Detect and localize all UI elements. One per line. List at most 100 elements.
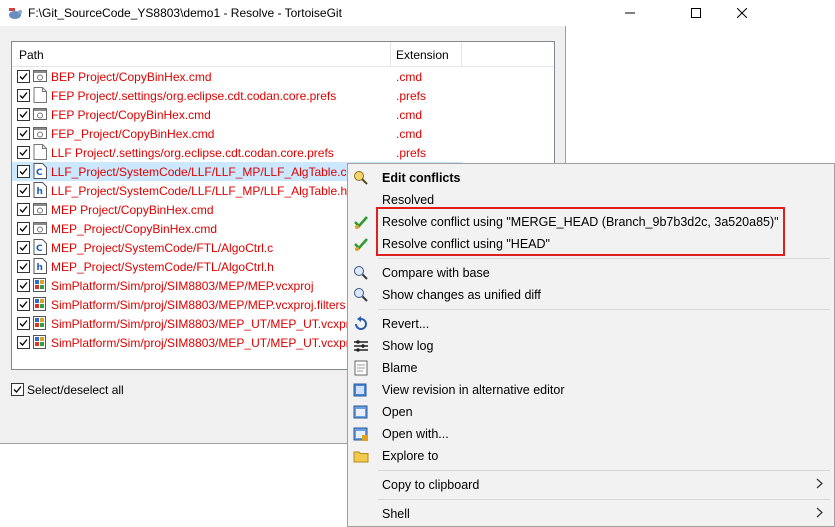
file-path: SimPlatform/Sim/proj/SIM8803/MEP/MEP.vcx… — [51, 298, 346, 312]
menu-item-blame[interactable]: Blame — [348, 357, 834, 379]
file-checkbox[interactable] — [17, 89, 30, 102]
file-row[interactable]: FEP Project/.settings/org.eclipse.cdt.co… — [12, 86, 554, 105]
file-checkbox[interactable] — [17, 222, 30, 235]
menu-item-label: Open — [382, 405, 413, 419]
edit-conflicts-icon — [353, 170, 369, 186]
file-extension: .prefs — [396, 89, 427, 103]
green-check-icon — [353, 236, 369, 252]
cmd-icon — [33, 125, 47, 141]
svg-text:C: C — [36, 244, 43, 254]
file-checkbox[interactable] — [17, 184, 30, 197]
menu-item-label: Open with... — [382, 427, 449, 441]
file-checkbox[interactable] — [17, 70, 30, 83]
submenu-arrow-icon — [816, 507, 823, 521]
file-checkbox[interactable] — [17, 317, 30, 330]
file-checkbox[interactable] — [17, 279, 30, 292]
file-path: SimPlatform/Sim/proj/SIM8803/MEP_UT/MEP_… — [51, 336, 357, 350]
file-path: MEP_Project/SystemCode/FTL/AlgoCtrl.h — [51, 260, 274, 274]
menu-item-label: Revert... — [382, 317, 430, 331]
file-row[interactable]: LLF Project/.settings/org.eclipse.cdt.co… — [12, 143, 554, 162]
file-row[interactable]: FEP_Project/CopyBinHex.cmd .cmd — [12, 124, 554, 143]
cmd-icon — [33, 220, 47, 236]
cmd-icon — [33, 106, 47, 122]
menu-item-label: Show log — [382, 339, 434, 353]
menu-separator — [378, 499, 830, 500]
menu-item-open[interactable]: Open — [348, 401, 834, 423]
file-path: SimPlatform/Sim/proj/SIM8803/MEP_UT/MEP_… — [51, 317, 357, 331]
submenu-arrow-icon — [816, 478, 823, 492]
file-row[interactable]: BEP Project/CopyBinHex.cmd .cmd — [12, 67, 554, 86]
checkbox[interactable] — [11, 383, 24, 396]
menu-item-label: Edit conflicts — [382, 171, 461, 185]
file-path: MEP_Project/CopyBinHex.cmd — [51, 222, 218, 236]
title-bar[interactable]: F:\Git_SourceCode_YS8803\demo1 - Resolve… — [0, 0, 835, 26]
magnifier-icon — [353, 287, 369, 303]
h-header-icon: h — [33, 258, 47, 274]
file-checkbox[interactable] — [17, 146, 30, 159]
menu-item-copy-to-clipboard[interactable]: Copy to clipboard — [348, 474, 834, 496]
menu-item-label: View revision in alternative editor — [382, 383, 565, 397]
file-path: MEP_Project/SystemCode/FTL/AlgoCtrl.c — [51, 241, 274, 255]
menu-separator — [378, 470, 830, 471]
file-extension: .prefs — [396, 146, 427, 160]
menu-item-label: Copy to clipboard — [382, 478, 480, 492]
close-button[interactable] — [719, 0, 765, 26]
vcxproj-icon — [33, 277, 47, 293]
menu-item-label: Blame — [382, 361, 418, 375]
file-checkbox[interactable] — [17, 336, 30, 349]
window-title: F:\Git_SourceCode_YS8803\demo1 - Resolve… — [28, 6, 342, 20]
file-path: LLF Project/.settings/org.eclipse.cdt.co… — [51, 146, 334, 160]
file-path: LLF_Project/SystemCode/LLF/LLF_MP/LLF_Al… — [51, 184, 348, 198]
maximize-button[interactable] — [673, 0, 719, 26]
h-header-icon: h — [33, 182, 47, 198]
highlight-box — [376, 207, 785, 256]
file-checkbox[interactable] — [17, 165, 30, 178]
list-header: Path Extension — [12, 42, 554, 67]
c-source-icon: C — [33, 163, 47, 179]
folder-icon — [353, 448, 369, 464]
file-path: BEP Project/CopyBinHex.cmd — [51, 70, 212, 84]
file-checkbox[interactable] — [17, 127, 30, 140]
file-extension: .cmd — [396, 127, 423, 141]
select-all-label: Select/deselect all — [27, 383, 124, 397]
file-checkbox[interactable] — [17, 260, 30, 273]
file-icon — [33, 87, 47, 103]
menu-item-revert[interactable]: Revert... — [348, 313, 834, 335]
menu-item-edit-conflicts[interactable]: Edit conflicts — [348, 167, 834, 189]
editor-icon — [353, 382, 369, 398]
menu-item-explore-to[interactable]: Explore to — [348, 445, 834, 467]
menu-item-compare-with-base[interactable]: Compare with base — [348, 262, 834, 284]
file-path: FEP Project/.settings/org.eclipse.cdt.co… — [51, 89, 337, 103]
vcxproj-icon — [33, 334, 47, 350]
cmd-icon — [33, 68, 47, 84]
file-icon — [33, 144, 47, 160]
menu-separator — [378, 309, 830, 310]
file-checkbox[interactable] — [17, 241, 30, 254]
menu-item-label: Shell — [382, 507, 410, 521]
c-source-icon: C — [33, 239, 47, 255]
menu-item-view-revision-in-alternative-editor[interactable]: View revision in alternative editor — [348, 379, 834, 401]
file-path: FEP Project/CopyBinHex.cmd — [51, 108, 211, 122]
svg-text:h: h — [37, 263, 43, 273]
file-path: MEP Project/CopyBinHex.cmd — [51, 203, 214, 217]
file-path: SimPlatform/Sim/proj/SIM8803/MEP/MEP.vcx… — [51, 279, 314, 293]
menu-item-show-log[interactable]: Show log — [348, 335, 834, 357]
open-with-icon — [353, 426, 369, 442]
file-checkbox[interactable] — [17, 203, 30, 216]
menu-separator — [378, 258, 830, 259]
file-checkbox[interactable] — [17, 298, 30, 311]
menu-item-label: Explore to — [382, 449, 439, 463]
file-checkbox[interactable] — [17, 108, 30, 121]
file-path: LLF_Project/SystemCode/LLF/LLF_MP/LLF_Al… — [51, 165, 347, 179]
menu-item-shell[interactable]: Shell — [348, 503, 834, 525]
column-header-path[interactable]: Path — [19, 48, 44, 62]
file-row[interactable]: FEP Project/CopyBinHex.cmd .cmd — [12, 105, 554, 124]
magnifier-icon — [353, 265, 369, 281]
svg-text:h: h — [37, 187, 43, 197]
menu-item-show-changes-as-unified-diff[interactable]: Show changes as unified diff — [348, 284, 834, 306]
green-check-icon — [353, 214, 369, 230]
column-header-extension[interactable]: Extension — [396, 48, 449, 62]
menu-item-open-with[interactable]: Open with... — [348, 423, 834, 445]
blame-icon — [353, 360, 369, 376]
minimize-button[interactable] — [607, 0, 653, 26]
